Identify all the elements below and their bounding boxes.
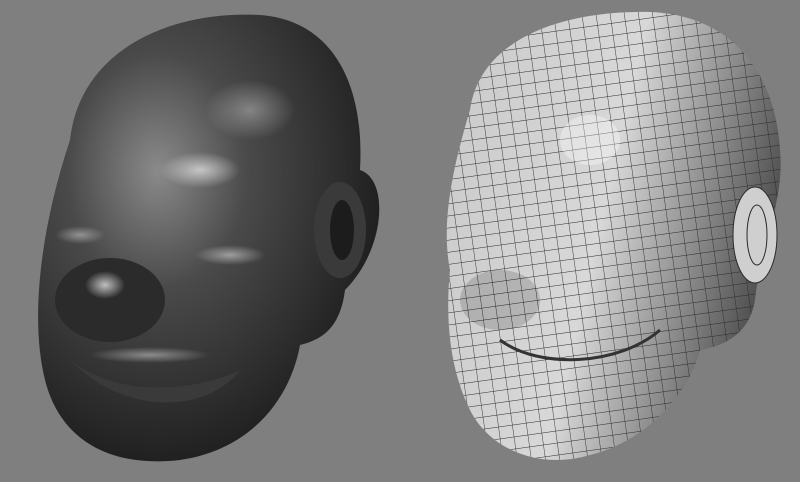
render-viewport	[0, 0, 800, 482]
ear	[732, 186, 778, 284]
